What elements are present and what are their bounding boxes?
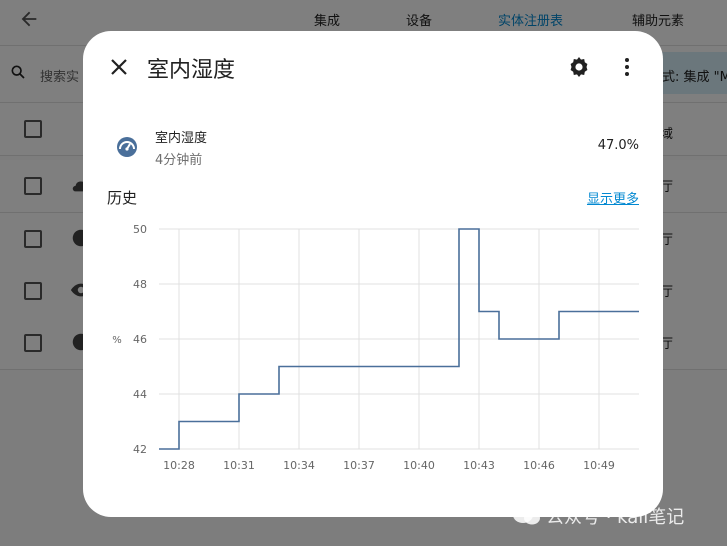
more-info-dialog: 室内湿度 室内湿度 4分钟前 47.0% 历史 显示更多 42 44 46 48 50 1… [83,31,663,517]
y-axis-label: % [112,335,122,346]
gauge-icon [117,137,137,157]
x-tick-label: 10:31 [223,459,255,472]
history-heading: 历史 [107,189,138,207]
entity-name: 室内湿度 [155,131,208,146]
x-tick-label: 10:40 [403,459,435,472]
y-tick-label: 48 [133,278,147,291]
show-more-link[interactable]: 显示更多 [587,188,639,207]
y-tick-label: 50 [133,223,147,236]
y-tick-label: 44 [133,388,147,401]
gear-icon[interactable] [567,55,591,79]
x-tick-label: 10:34 [283,459,315,472]
close-icon[interactable] [107,55,131,79]
x-tick-label: 10:43 [463,459,495,472]
history-chart: 42 44 46 48 50 10:28 10:31 10:34 10:37 10:40 10:43… [112,223,639,472]
x-tick-label: 10:46 [523,459,555,472]
wechat-icon [513,507,540,525]
x-tick-label: 10:28 [163,459,195,472]
y-tick-label: 46 [133,333,147,346]
more-vert-icon[interactable] [615,55,639,79]
x-tick-label: 10:49 [583,459,615,472]
watermark-text: 公众号 · kali笔记 [546,507,685,528]
y-tick-label: 42 [133,443,147,456]
entity-last-changed: 4分钟前 [155,153,203,168]
dialog-title: 室内湿度 [147,58,236,83]
x-tick-label: 10:37 [343,459,375,472]
entity-state: 47.0% [597,138,639,153]
